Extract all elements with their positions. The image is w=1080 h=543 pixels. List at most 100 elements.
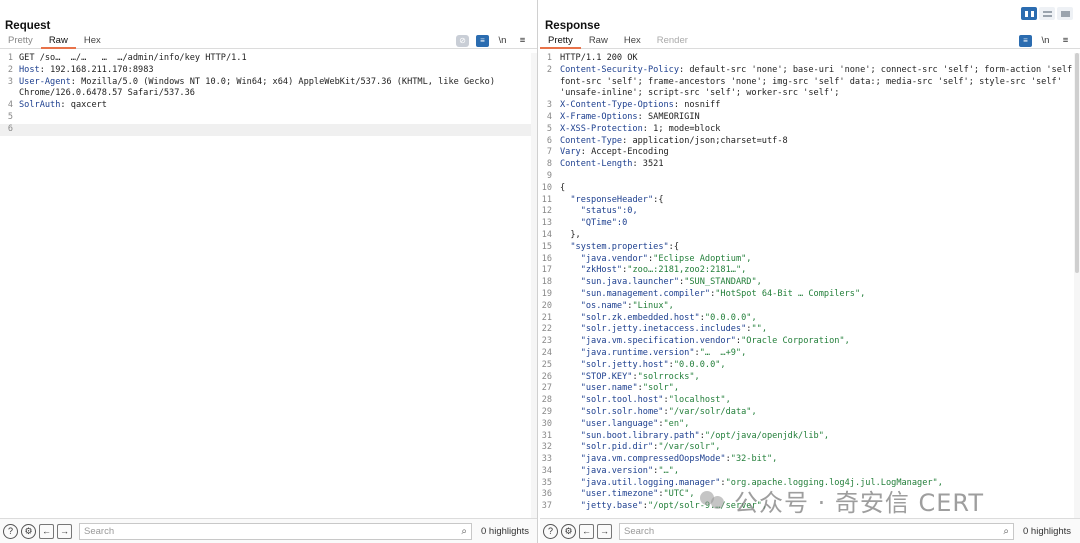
code-line[interactable]: 20 "os.name":"Linux", [540,301,1074,313]
code-line[interactable]: 2 Content-Security-Policy: default-src 'n… [540,65,1074,77]
code-line[interactable]: 10 { [540,183,1074,195]
code-line[interactable]: 11 "responseHeader":{ [540,195,1074,207]
code-line[interactable]: 4 X-Frame-Options: SAMEORIGIN [540,112,1074,124]
response-tab-pretty[interactable]: Pretty [540,34,581,49]
wrap-text-icon[interactable]: ≡ [1019,35,1032,47]
line-number: 28 [541,395,552,406]
code-line[interactable]: 12 "status":0, [540,206,1074,218]
back-arrow-icon[interactable]: ← [579,523,594,539]
request-tab-raw[interactable]: Raw [40,34,76,49]
help-icon[interactable]: ? [3,523,18,539]
forward-arrow-icon[interactable]: → [597,523,612,539]
code-line[interactable]: 9 [540,171,1074,183]
request-title: Request [5,20,51,32]
code-line[interactable]: 6 [0,123,531,136]
wrap-text-icon[interactable]: ≡ [476,35,489,47]
request-tab-pretty[interactable]: Pretty [0,34,41,49]
response-editor[interactable]: 1 HTTP/1.1 200 OK 2 Content-Security-Policy… [540,53,1074,518]
code-line[interactable]: 25 "solr.jetty.host":"0.0.0.0", [540,360,1074,372]
json-key: "solr.tool.host" [580,395,664,406]
json-key: "solr.solr.home" [580,406,664,417]
code-line[interactable]: 5 X-XSS-Protection: 1; mode=block [540,124,1074,136]
settings-icon[interactable]: ⚙ [561,523,576,539]
code-line[interactable]: 15 "system.properties":{ [540,242,1074,254]
forward-arrow-icon[interactable]: → [57,523,72,539]
header-value: nosniff [684,100,721,111]
line-text: Content-Security-Policy: default-src 'no… [552,65,1074,77]
back-arrow-icon[interactable]: ← [39,523,54,539]
code-line[interactable]: 'unsafe-inline'; script-src 'self'; work… [540,88,1074,100]
code-line[interactable]: 14 }, [540,230,1074,242]
request-search-input[interactable] [80,523,471,539]
scroll-thumb[interactable] [1075,53,1079,273]
newline-toggle[interactable]: \n [1039,35,1052,47]
code-line[interactable]: 1 GET /so… …/… … …/admin/info/key HTTP/1.… [0,53,531,65]
side-by-side-icon[interactable] [1021,7,1037,20]
request-editor[interactable]: 1 GET /so… …/… … …/admin/info/key HTTP/1.… [0,53,531,518]
json-key: "QTime" [580,218,617,229]
code-line[interactable]: 37 "jetty.base":"/opt/solr-9.…/server", [540,501,1074,513]
code-line[interactable]: 27 "user.name":"solr", [540,383,1074,395]
code-line[interactable]: 30 "user.language":"en", [540,419,1074,431]
code-line[interactable]: 5 [0,112,531,124]
line-number: 29 [541,406,552,417]
code-line[interactable]: 7 Vary: Accept-Encoding [540,147,1074,159]
code-line[interactable]: 26 "STOP.KEY":"solrrocks", [540,372,1074,384]
code-line[interactable]: 3 X-Content-Type-Options: nosniff [540,100,1074,112]
code-line[interactable]: 2 Host: 192.168.211.170:8983 [0,65,531,77]
menu-icon[interactable]: ≡ [516,35,529,47]
code-line[interactable]: 13 "QTime":0 [540,218,1074,230]
stacked-rows-icon[interactable] [1039,7,1055,20]
search-icon[interactable]: ⌕ [1003,526,1009,537]
search-icon[interactable]: ⌕ [461,526,467,537]
code-line[interactable]: 3 User-Agent: Mozilla/5.0 (Windows NT 10.… [0,77,531,89]
line-text: "system.properties":{ [552,242,679,254]
line-number: 14 [541,229,552,240]
code-line[interactable]: 16 "java.vendor":"Eclipse Adoptium", [540,254,1074,266]
code-line[interactable]: 21 "solr.zk.embedded.host":"0.0.0.0", [540,313,1074,325]
code-line[interactable]: 34 "java.version":"…", [540,466,1074,478]
code-line[interactable]: font-src 'self'; frame-ancestors 'none';… [540,77,1074,89]
help-icon[interactable]: ? [543,523,558,539]
response-tab-hex[interactable]: Hex [616,34,649,49]
response-search[interactable]: ⌕ [619,522,1014,540]
request-bottom-bar: ? ⚙ ← → ⌕ 0 highlights [0,518,537,543]
code-line[interactable]: 4 SolrAuth: qaxcert [0,100,531,112]
code-line[interactable]: 1 HTTP/1.1 200 OK [540,53,1074,65]
line-text: "solr.solr.home":"/var/solr/data", [580,406,757,417]
code-line[interactable]: 17 "zkHost":"zoo…:2181,zoo2:2181…", [540,265,1074,277]
request-search[interactable]: ⌕ [79,522,472,540]
code-line[interactable]: 33 "java.vm.compressedOopsMode":"32-bit"… [540,454,1074,466]
code-line[interactable]: 18 "sun.java.launcher":"SUN_STANDARD", [540,277,1074,289]
request-scrollbar[interactable] [531,53,537,518]
response-search-input[interactable] [620,523,1013,539]
json-key: "sun.management.compiler" [580,288,711,299]
code-line[interactable]: 22 "solr.jetty.inetaccess.includes":"", [540,324,1074,336]
json-string-value: "", [751,324,767,335]
settings-icon[interactable]: ⚙ [21,523,36,539]
response-scrollbar[interactable] [1074,53,1080,518]
code-line[interactable]: Chrome/126.0.6478.57 Safari/537.36 [0,88,531,100]
response-tab-raw[interactable]: Raw [581,34,616,49]
request-tab-hex[interactable]: Hex [76,34,109,49]
code-line[interactable]: 32 "solr.pid.dir":"/var/solr", [540,442,1074,454]
code-line[interactable]: 23 "java.vm.specification.vendor":"Oracl… [540,336,1074,348]
json-key: "java.vm.specification.vendor" [580,336,736,347]
menu-icon[interactable]: ≡ [1059,35,1072,47]
code-line[interactable]: 24 "java.runtime.version":"… …+9", [540,348,1074,360]
code-line[interactable]: 29 "solr.solr.home":"/var/solr/data", [540,407,1074,419]
code-line[interactable]: 28 "solr.tool.host":"localhost", [540,395,1074,407]
code-line[interactable]: 35 "java.util.logging.manager":"org.apac… [540,478,1074,490]
line-text: "solr.zk.embedded.host":"0.0.0.0", [580,312,757,323]
single-pane-icon[interactable] [1057,7,1073,20]
code-line[interactable]: 31 "sun.boot.library.path":"/opt/java/op… [540,431,1074,443]
newline-toggle[interactable]: \n [496,35,509,47]
response-tab-render[interactable]: Render [649,34,696,49]
code-line[interactable]: 36 "user.timezone":"UTC", [540,489,1074,501]
eye-off-icon[interactable]: ⊘ [456,35,469,47]
response-tabs: Pretty Raw Hex Render [540,34,1080,49]
code-line[interactable]: 6 Content-Type: application/json;charset=… [540,136,1074,148]
code-line[interactable]: 8 Content-Length: 3521 [540,159,1074,171]
json-string-value: "/opt/java/openjdk/lib", [704,430,830,441]
code-line[interactable]: 19 "sun.management.compiler":"HotSpot 64… [540,289,1074,301]
